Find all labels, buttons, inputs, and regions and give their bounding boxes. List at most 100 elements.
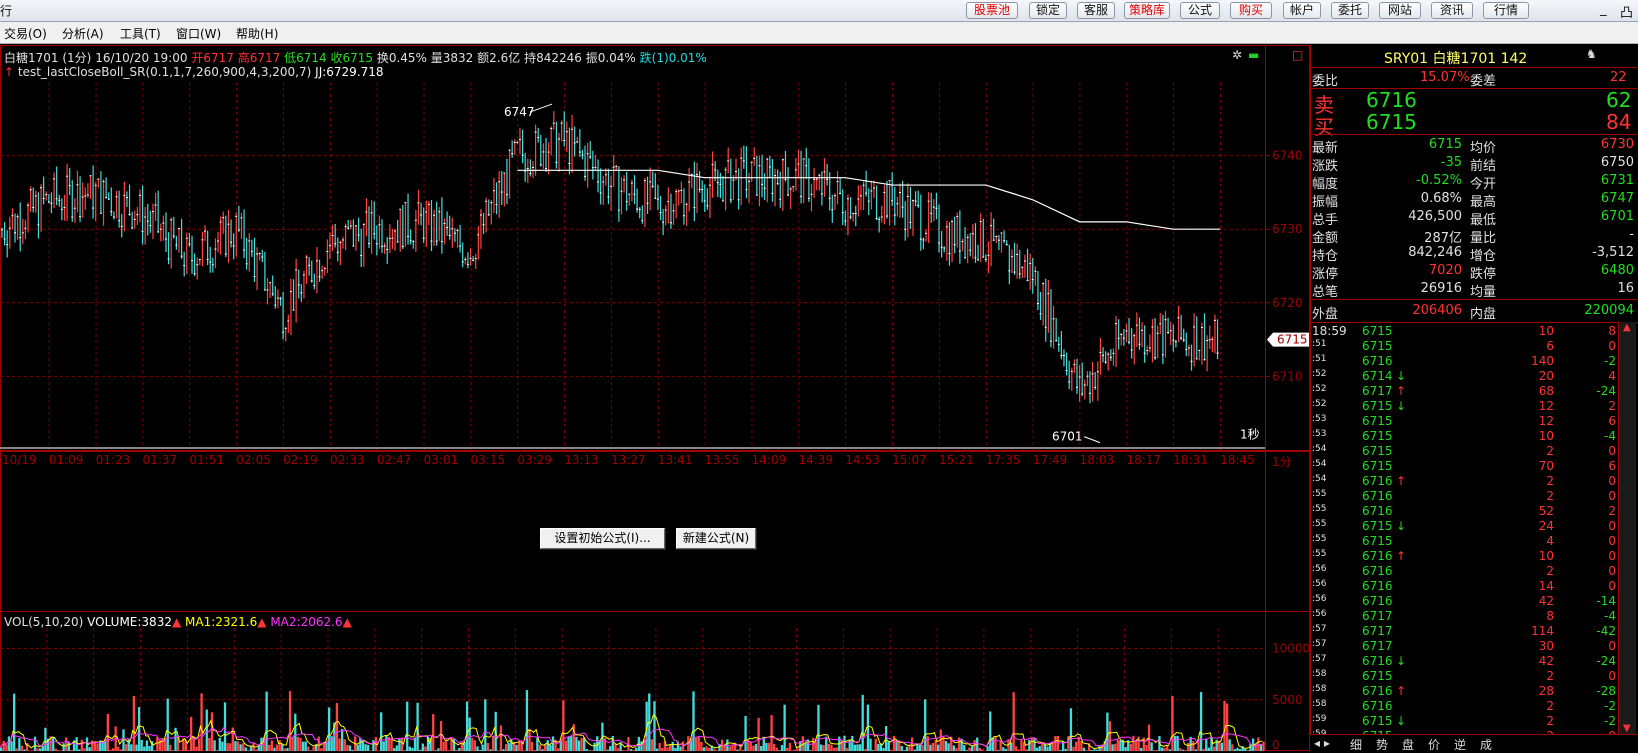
- top-button-4[interactable]: 公式: [1180, 2, 1220, 19]
- tick-price: 6715: [1362, 429, 1393, 443]
- volume-bar: [492, 736, 494, 751]
- time-tick: 14:09: [752, 453, 787, 467]
- top-button-10[interactable]: 行情: [1483, 2, 1529, 19]
- time-tick: 18:17: [1126, 453, 1161, 467]
- tick-price: 6714: [1362, 369, 1393, 383]
- tick-row: :596715↓2-2: [1310, 714, 1620, 728]
- turnover-label: 换0.45%: [377, 51, 427, 65]
- menu-help[interactable]: 帮助(H): [236, 25, 278, 42]
- tick-volume: 2: [1546, 474, 1554, 488]
- tick-change: -2: [1604, 699, 1616, 713]
- detail-tab-0[interactable]: 细: [1350, 736, 1362, 753]
- tick-time: :58: [1312, 684, 1326, 694]
- detail-tab-5[interactable]: 成: [1480, 736, 1492, 753]
- tick-volume: 12: [1539, 414, 1554, 428]
- volume-bar: [302, 742, 304, 751]
- volume-bar: [169, 745, 171, 751]
- tick-price: 6716: [1362, 699, 1393, 713]
- volume-bar: [367, 745, 369, 751]
- stat-value: 16: [1617, 281, 1634, 296]
- tick-row: :54671520: [1310, 444, 1620, 458]
- volume-bar: [229, 743, 231, 751]
- time-tick: 01:09: [49, 453, 84, 467]
- volume-bar: [919, 744, 921, 751]
- scroll-up-icon[interactable]: ▲: [1623, 322, 1631, 333]
- tick-volume: 4: [1546, 534, 1554, 548]
- tab-scroll-arrows[interactable]: ◂ ▸: [1314, 736, 1330, 750]
- maximize-button[interactable]: 凸: [1620, 2, 1633, 21]
- tick-scrollbar[interactable]: ▲ ▼: [1618, 322, 1636, 734]
- volume-bar: [307, 747, 309, 751]
- new-formula-button[interactable]: 新建公式(N): [676, 528, 756, 549]
- settings-icon[interactable]: ✲: [1232, 48, 1242, 62]
- tick-price: 6717: [1362, 624, 1393, 638]
- volume-bar: [1117, 739, 1119, 751]
- menu-analysis[interactable]: 分析(A): [62, 25, 104, 42]
- detail-tab-2[interactable]: 盘: [1402, 736, 1414, 753]
- tick-time: :55: [1312, 549, 1326, 559]
- time-tick: 01:23: [96, 453, 131, 467]
- top-button-1[interactable]: 锁定: [1029, 2, 1067, 19]
- vol-tick: 5000: [1272, 693, 1303, 707]
- detail-tab-1[interactable]: 势: [1376, 736, 1388, 753]
- tick-volume: 10: [1539, 549, 1554, 563]
- tick-change: 0: [1608, 339, 1616, 353]
- volume-bar: [1205, 739, 1207, 751]
- open-label: 开6717: [191, 51, 234, 65]
- volume-bar: [245, 748, 247, 751]
- minimize-button[interactable]: _: [1600, 2, 1607, 17]
- top-button-3[interactable]: 策略库: [1124, 2, 1170, 19]
- volume-bar: [906, 747, 908, 751]
- volume-bar: [531, 742, 533, 751]
- volume-bar: [0, 748, 2, 751]
- waipan-value: 206406: [1412, 303, 1462, 318]
- top-button-2[interactable]: 客服: [1077, 2, 1115, 19]
- volume-bar: [1020, 740, 1022, 751]
- tick-volume: 30: [1539, 639, 1554, 653]
- volume-bar: [8, 736, 10, 751]
- volume-bar: [729, 746, 731, 751]
- scroll-down-icon[interactable]: ▼: [1623, 723, 1631, 734]
- detail-tab-4[interactable]: 逆: [1454, 736, 1466, 753]
- stat-label: 总手: [1312, 209, 1338, 228]
- set-initial-formula-button[interactable]: 设置初始公式(I)...: [540, 528, 665, 549]
- sell-price: 6716: [1366, 88, 1417, 112]
- top-button-5[interactable]: 购买: [1230, 2, 1272, 19]
- tick-time: :57: [1312, 654, 1326, 664]
- volume-bar: [268, 745, 270, 751]
- top-button-8[interactable]: 网站: [1379, 2, 1421, 19]
- close-icon[interactable]: □: [1292, 48, 1303, 62]
- volume-bar: [401, 738, 403, 751]
- volume-bar: [484, 699, 486, 751]
- toggle-icon[interactable]: ▬: [1248, 48, 1259, 62]
- volume-bar: [1031, 738, 1033, 751]
- volume-bar: [3, 741, 5, 751]
- volume-bar: [239, 744, 241, 751]
- volume-bar: [336, 703, 338, 751]
- volume-bar: [273, 748, 275, 751]
- menu-window[interactable]: 窗口(W): [176, 25, 221, 42]
- volume-header: VOL(5,10,20) VOLUME:3832▲ MA1:2321.6▲ MA…: [4, 615, 352, 629]
- tick-time: :55: [1312, 534, 1326, 544]
- tick-row: :546716↑20: [1310, 474, 1620, 488]
- volume-bar: [1213, 747, 1215, 751]
- tick-price: 6716: [1362, 354, 1393, 368]
- price-tick: 6710: [1272, 369, 1303, 383]
- low-label: 低6714: [284, 51, 327, 65]
- tick-row: :5667178-4: [1310, 609, 1620, 623]
- waipan-label: 外盘: [1312, 303, 1338, 322]
- vol-ma2-line: [0, 728, 1262, 748]
- tick-row: :5867162-2: [1310, 699, 1620, 713]
- top-button-9[interactable]: 资讯: [1431, 2, 1473, 19]
- tick-price: 6717: [1362, 639, 1393, 653]
- top-button-6[interactable]: 帐户: [1283, 2, 1321, 19]
- stat-label: 今开: [1470, 173, 1496, 192]
- top-button-7[interactable]: 委托: [1331, 2, 1369, 19]
- detail-tab-3[interactable]: 价: [1428, 736, 1440, 753]
- menu-tools[interactable]: 工具(T): [120, 25, 161, 42]
- stat-label: 均量: [1470, 281, 1496, 300]
- top-button-0[interactable]: 股票池: [966, 2, 1018, 19]
- volume-bar: [604, 738, 606, 751]
- menu-trade[interactable]: 交易(O): [4, 25, 47, 42]
- date-label: 16/10/20 19:00: [95, 51, 187, 65]
